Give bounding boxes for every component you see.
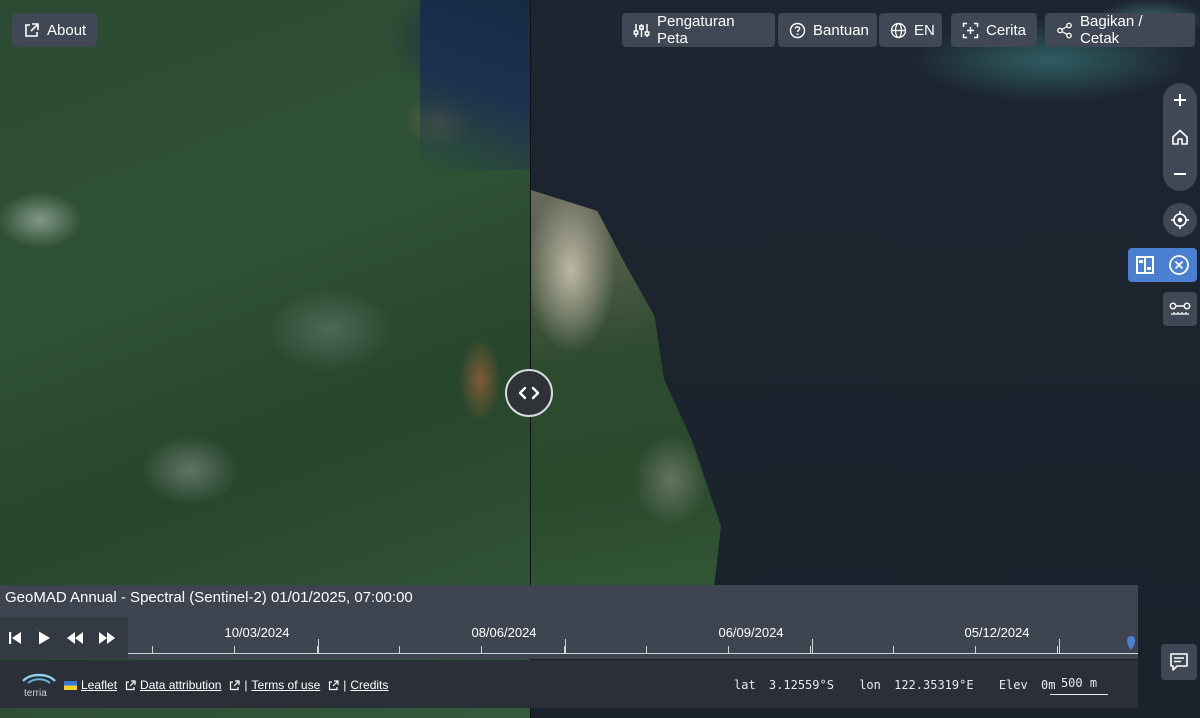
zoom-out-button[interactable] (1163, 157, 1197, 191)
lon-value: 122.35319°E (894, 678, 974, 692)
play-icon[interactable] (36, 630, 52, 646)
language-button[interactable]: EN (879, 13, 942, 47)
language-label: EN (914, 21, 935, 39)
measure-tool-button[interactable] (1163, 292, 1197, 326)
external-link-icon (125, 679, 136, 690)
footer-bar: terria Leaflet Data attribution | Terms … (0, 660, 1138, 708)
lat-label: lat (734, 678, 756, 692)
compare-icon (1135, 256, 1154, 274)
step-back-icon[interactable] (66, 631, 84, 645)
globe-icon (890, 22, 907, 38)
timeline-tick (728, 646, 729, 653)
timeline-date-label: 06/09/2024 (718, 625, 784, 640)
timeline-date-label: 05/12/2024 (964, 625, 1030, 640)
timeline-tick (152, 646, 153, 653)
link-separator: | (244, 678, 248, 692)
map-settings-label: Pengaturan Peta (657, 13, 735, 47)
scale-bar: 500 m (1050, 676, 1108, 695)
close-circle-icon[interactable] (1168, 254, 1190, 276)
timeline-tick (1057, 646, 1058, 653)
timeline-tick (481, 646, 482, 653)
swipe-arrows-icon (518, 386, 540, 400)
external-link-icon (25, 22, 39, 37)
zoom-in-button[interactable] (1163, 83, 1197, 117)
help-label: Bantuan (813, 21, 869, 39)
sliders-icon (633, 23, 650, 37)
locate-icon (1171, 211, 1189, 229)
share-icon (1057, 22, 1072, 38)
my-location-button[interactable] (1163, 203, 1197, 237)
timeline-controls (0, 617, 128, 659)
timeline-tick-major (1059, 639, 1060, 653)
timeline-tick-major (812, 639, 813, 653)
sea-area (420, 0, 530, 170)
plus-icon (1174, 94, 1186, 106)
lon-label: lon (859, 678, 881, 692)
zoom-controls (1163, 83, 1197, 191)
external-link-icon (230, 679, 241, 690)
ruler-measure-icon (1169, 302, 1191, 315)
timeline-scale[interactable]: 10/03/2024 08/06/2024 06/09/2024 05/12/2… (128, 617, 1138, 659)
lat-value: 3.12559°S (768, 678, 834, 692)
scale-line (1050, 694, 1108, 695)
timeline-marker-icon[interactable] (1126, 635, 1136, 651)
terria-brand-text: terria (24, 688, 47, 699)
timeline-tick (399, 646, 400, 653)
story-frame-icon (962, 22, 979, 38)
leaflet-link[interactable]: Leaflet (81, 678, 117, 692)
coastline-area (531, 190, 721, 610)
external-link-icon (329, 679, 339, 690)
timeline-date-label: 08/06/2024 (471, 625, 537, 640)
elev-label: Elev (998, 678, 1028, 692)
scale-label: 500 m (1060, 676, 1098, 690)
terms-of-use-link[interactable]: Terms of use (252, 678, 321, 692)
swipe-handle[interactable] (505, 369, 553, 417)
coordinates-readout: lat 3.12559°S lon 122.35319°E Elev 0m (734, 678, 1055, 692)
timeline-tick (810, 646, 811, 653)
timeline-title: GeoMAD Annual - Spectral (Sentinel-2) 01… (5, 589, 413, 606)
skip-to-start-icon[interactable] (8, 631, 22, 645)
link-separator: | (343, 678, 347, 692)
compare-tool-active[interactable] (1128, 248, 1197, 282)
map-settings-button[interactable]: Pengaturan Peta (622, 13, 775, 47)
timeline-tick (893, 646, 894, 653)
credits-link[interactable]: Credits (350, 678, 388, 692)
data-attribution-link[interactable]: Data attribution (140, 678, 221, 692)
home-icon (1172, 129, 1188, 145)
timeline-tick (646, 646, 647, 653)
minus-icon (1174, 173, 1186, 175)
story-button[interactable]: Cerita (951, 13, 1037, 47)
about-label: About (47, 21, 87, 39)
help-button[interactable]: Bantuan (778, 13, 877, 47)
timeline-tick-major (565, 639, 566, 653)
timeline-panel: GeoMAD Annual - Spectral (Sentinel-2) 01… (0, 585, 1138, 659)
step-forward-icon[interactable] (98, 631, 116, 645)
timeline-date-label: 10/03/2024 (224, 625, 290, 640)
question-circle-icon (789, 22, 806, 38)
feedback-button[interactable] (1161, 644, 1197, 680)
share-print-button[interactable]: Bagikan / Cetak (1045, 13, 1195, 47)
ukraine-flag-icon (64, 680, 77, 690)
share-print-label: Bagikan / Cetak (1080, 13, 1143, 47)
home-button[interactable] (1163, 120, 1197, 154)
story-label: Cerita (986, 21, 1027, 39)
timeline-axis (128, 653, 1138, 654)
about-button[interactable]: About (12, 13, 98, 47)
timeline-tick (234, 646, 235, 653)
attribution-links: Leaflet Data attribution | Terms of use … (64, 678, 388, 692)
timeline-tick-major (318, 639, 319, 653)
feedback-message-icon (1170, 653, 1188, 671)
timeline-tick (975, 646, 976, 653)
